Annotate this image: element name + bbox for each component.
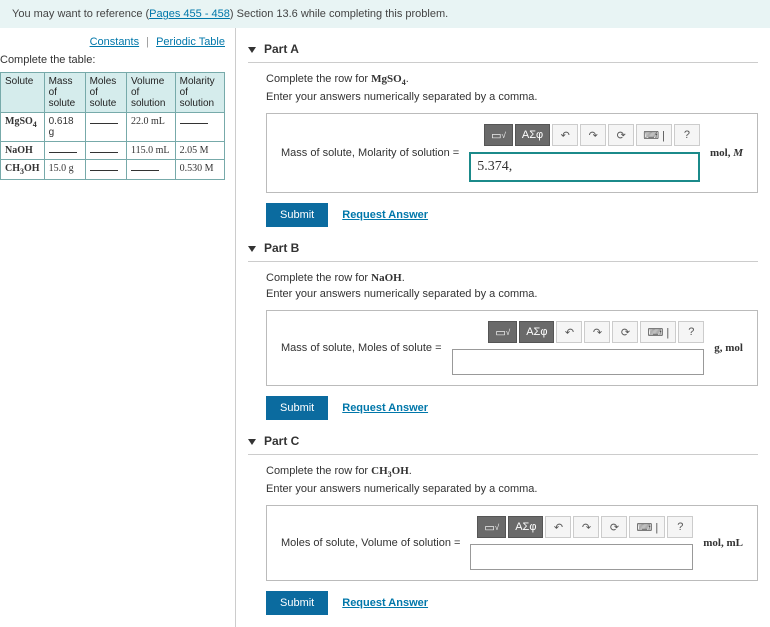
data-table: Solute Mass of solute Moles of solute Vo… [0,72,225,180]
blank-cell [180,123,208,124]
ref-suffix: ) Section 13.6 while completing this pro… [230,8,448,20]
help-icon[interactable]: ? [674,124,700,146]
ref-link[interactable]: Pages 455 - 458 [149,8,230,20]
caret-down-icon [248,439,256,445]
reset-icon[interactable]: ⟳ [608,124,634,146]
reset-icon[interactable]: ⟳ [612,321,638,343]
caret-down-icon [248,246,256,252]
left-panel: Constants | Periodic Table Complete the … [0,28,235,627]
part-b: Part B Complete the row for NaOH. Enter … [248,241,758,420]
request-answer-a[interactable]: Request Answer [342,209,428,221]
toolbar-a: ▭√ ΑΣφ ↶ ↷ ⟳ ⌨ | ? [469,124,700,146]
answer-label-c: Moles of solute, Volume of solution = [281,537,460,549]
undo-icon[interactable]: ↶ [552,124,578,146]
redo-icon[interactable]: ↷ [580,124,606,146]
template-icon[interactable]: ▭√ [488,321,517,343]
col-molarity: Molarity of solution [175,73,224,113]
submit-button-b[interactable]: Submit [266,396,328,420]
part-a-line2: Enter your answers numerically separated… [266,91,758,103]
part-a-header[interactable]: Part A [248,42,758,63]
help-icon[interactable]: ? [678,321,704,343]
answer-label-b: Mass of solute, Moles of solute = [281,342,442,354]
blank-cell [131,170,159,171]
greek-icon[interactable]: ΑΣφ [515,124,550,146]
part-a: Part A Complete the row for MgSO4. Enter… [248,42,758,227]
blank-cell [49,152,77,153]
table-instruction: Complete the table: [0,54,225,66]
answer-input-a[interactable] [469,152,700,182]
col-solute: Solute [1,73,45,113]
template-icon[interactable]: ▭√ [477,516,506,538]
submit-button-c[interactable]: Submit [266,591,328,615]
keyboard-icon[interactable]: ⌨ | [629,516,665,538]
toolbar-b: ▭√ ΑΣφ ↶ ↷ ⟳ ⌨ | ? [452,321,705,343]
answer-input-c[interactable] [470,544,693,570]
help-icon[interactable]: ? [667,516,693,538]
reference-bar: You may want to reference (Pages 455 - 4… [0,0,770,28]
part-b-header[interactable]: Part B [248,241,758,262]
answer-box-b: Mass of solute, Moles of solute = ▭√ ΑΣφ… [266,310,758,386]
unit-b: g, mol [714,342,743,354]
part-c-header[interactable]: Part C [248,434,758,455]
col-mass: Mass of solute [44,73,85,113]
part-b-line2: Enter your answers numerically separated… [266,288,758,300]
keyboard-icon[interactable]: ⌨ | [640,321,676,343]
right-panel: Part A Complete the row for MgSO4. Enter… [235,28,770,627]
periodic-table-link[interactable]: Periodic Table [156,36,225,48]
table-row: MgSO4 0.618 g 22.0 mL [1,113,225,142]
answer-box-a: Mass of solute, Molarity of solution = ▭… [266,113,758,193]
table-row: NaOH 115.0 mL 2.05 M [1,142,225,160]
answer-input-b[interactable] [452,349,705,375]
table-row: CH3OH 15.0 g 0.530 M [1,160,225,180]
separator: | [146,36,149,48]
undo-icon[interactable]: ↶ [556,321,582,343]
request-answer-c[interactable]: Request Answer [342,597,428,609]
part-c-line1: Complete the row for CH3OH. [266,465,758,479]
part-c-line2: Enter your answers numerically separated… [266,483,758,495]
blank-cell [90,170,118,171]
part-b-line1: Complete the row for NaOH. [266,272,758,284]
col-volume: Volume of solution [126,73,175,113]
constants-link[interactable]: Constants [90,36,140,48]
answer-label-a: Mass of solute, Molarity of solution = [281,147,459,159]
blank-cell [90,123,118,124]
caret-down-icon [248,47,256,53]
unit-c: mol, mL [703,537,743,549]
ref-prefix: You may want to reference ( [12,8,149,20]
col-moles: Moles of solute [85,73,126,113]
redo-icon[interactable]: ↷ [584,321,610,343]
unit-a: mol, M [710,147,743,159]
greek-icon[interactable]: ΑΣφ [519,321,554,343]
toolbar-c: ▭√ ΑΣφ ↶ ↷ ⟳ ⌨ | ? [470,516,693,538]
redo-icon[interactable]: ↷ [573,516,599,538]
keyboard-icon[interactable]: ⌨ | [636,124,672,146]
template-icon[interactable]: ▭√ [484,124,513,146]
part-a-line1: Complete the row for MgSO4. [266,73,758,87]
submit-button-a[interactable]: Submit [266,203,328,227]
reset-icon[interactable]: ⟳ [601,516,627,538]
undo-icon[interactable]: ↶ [545,516,571,538]
greek-icon[interactable]: ΑΣφ [508,516,543,538]
part-c: Part C Complete the row for CH3OH. Enter… [248,434,758,615]
blank-cell [90,152,118,153]
answer-box-c: Moles of solute, Volume of solution = ▭√… [266,505,758,581]
request-answer-b[interactable]: Request Answer [342,402,428,414]
